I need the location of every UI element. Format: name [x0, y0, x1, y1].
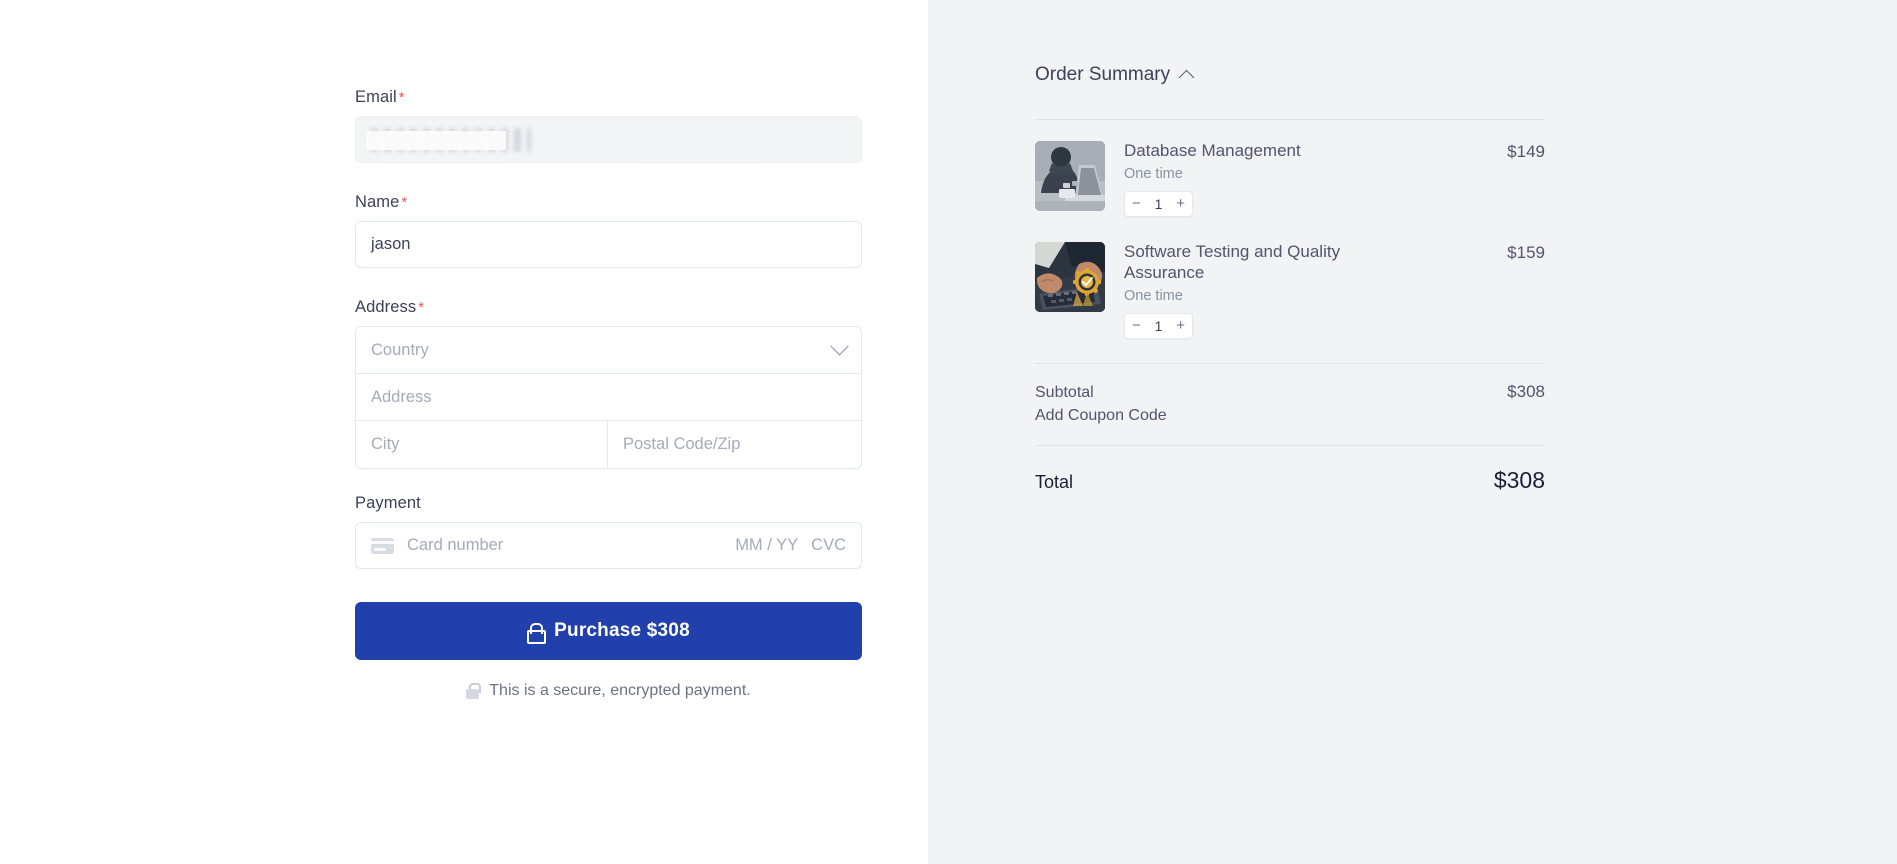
quantity-value: 1	[1154, 195, 1163, 212]
totals-section: Subtotal $308 Add Coupon Code	[1035, 364, 1545, 445]
city-postal-row: City Postal Code/Zip	[356, 421, 861, 468]
name-input-value: jason	[371, 235, 411, 253]
add-coupon-code-link[interactable]: Add Coupon Code	[1035, 407, 1167, 425]
order-item-price: $149	[1507, 142, 1545, 161]
total-row: Total $308	[1035, 446, 1545, 494]
credit-card-icon	[371, 537, 394, 554]
name-label-text: Name	[355, 193, 400, 211]
country-select[interactable]: Country	[356, 327, 861, 374]
person-at-laptop-image	[1035, 141, 1105, 211]
lock-icon	[466, 683, 481, 699]
order-summary-title: Order Summary	[1035, 64, 1171, 85]
name-group: Name * jason	[355, 193, 862, 268]
quantity-increment-button[interactable]: +	[1176, 196, 1185, 211]
address-label-text: Address	[355, 298, 417, 316]
order-item-name: Software Testing and Quality Assurance	[1124, 241, 1341, 282]
order-item: Software Testing and Quality Assurance O…	[1035, 217, 1545, 339]
address-group: Address * Country Address City Postal Cod…	[355, 298, 862, 469]
email-group: Email *	[355, 88, 862, 163]
checkout-form: Email * Name * jason Address * Country A…	[355, 0, 862, 700]
total-value: $308	[1493, 466, 1545, 493]
email-label-text: Email	[355, 88, 397, 106]
order-summary: Order Summary Database Management One ti…	[1035, 64, 1545, 494]
secure-payment-text: This is a secure, encrypted payment.	[489, 682, 751, 699]
order-item-name: Database Management	[1124, 141, 1301, 160]
city-placeholder: City	[371, 435, 400, 453]
checkout-form-pane: Email * Name * jason Address * Country A…	[0, 0, 928, 864]
quantity-increment-button[interactable]: +	[1176, 318, 1185, 333]
order-summary-toggle[interactable]: Order Summary	[1035, 64, 1545, 86]
name-required-asterisk: *	[401, 194, 408, 211]
order-item-details: Database Management One time − 1 +	[1124, 141, 1507, 217]
address-fieldset: Country Address City Postal Code/Zip	[355, 326, 862, 469]
card-number-input[interactable]: Card number MM / YY CVC	[355, 522, 862, 569]
email-redaction-overlay	[366, 131, 506, 150]
product-thumbnail	[1035, 141, 1105, 211]
checkout-page: Email * Name * jason Address * Country A…	[0, 0, 1897, 864]
order-item-billing: One time	[1124, 165, 1183, 182]
card-cvc-placeholder[interactable]: CVC	[811, 536, 846, 555]
quantity-decrement-button[interactable]: −	[1132, 196, 1141, 211]
laptop-with-gear-image	[1035, 241, 1105, 312]
order-item-details: Software Testing and Quality Assurance O…	[1124, 242, 1507, 339]
order-summary-pane: Order Summary Database Management One ti…	[928, 0, 1897, 864]
country-placeholder: Country	[371, 340, 429, 359]
subtotal-label: Subtotal	[1035, 383, 1094, 401]
name-input[interactable]: jason	[355, 221, 862, 268]
card-extra-fields: MM / YY CVC	[735, 536, 846, 555]
payment-label-text: Payment	[355, 494, 421, 512]
address-label: Address *	[355, 298, 862, 317]
chevron-down-icon	[830, 336, 849, 355]
purchase-button-label: Purchase $308	[554, 620, 690, 641]
quantity-decrement-button[interactable]: −	[1132, 318, 1141, 333]
purchase-button[interactable]: Purchase $308	[355, 602, 862, 660]
secure-payment-note: This is a secure, encrypted payment.	[355, 682, 862, 700]
lock-icon	[527, 622, 547, 644]
order-item-billing: One time	[1124, 287, 1183, 304]
name-label: Name *	[355, 193, 862, 212]
street-address-placeholder: Address	[371, 387, 432, 406]
quantity-value: 1	[1154, 317, 1163, 334]
address-required-asterisk: *	[418, 299, 425, 316]
card-number-placeholder: Card number	[407, 536, 504, 554]
street-address-input[interactable]: Address	[356, 374, 861, 421]
payment-group: Payment Card number MM / YY CVC	[355, 494, 862, 569]
product-thumbnail	[1035, 241, 1105, 312]
email-label: Email *	[355, 88, 862, 107]
subtotal-row: Subtotal $308	[1035, 382, 1545, 402]
chevron-up-icon	[1178, 69, 1195, 85]
subtotal-value: $308	[1507, 381, 1545, 401]
postal-code-placeholder: Postal Code/Zip	[623, 435, 741, 453]
order-item: Database Management One time − 1 + $149	[1035, 120, 1545, 217]
quantity-stepper: − 1 +	[1124, 312, 1193, 339]
postal-code-input[interactable]: Postal Code/Zip	[608, 421, 861, 468]
quantity-stepper: − 1 +	[1124, 190, 1193, 217]
card-expiry-placeholder[interactable]: MM / YY	[735, 536, 798, 555]
total-label: Total	[1035, 471, 1074, 492]
order-item-price: $159	[1507, 242, 1545, 262]
email-field[interactable]	[355, 116, 862, 163]
payment-label: Payment	[355, 494, 862, 513]
city-input[interactable]: City	[356, 421, 608, 468]
email-required-asterisk: *	[398, 89, 405, 106]
